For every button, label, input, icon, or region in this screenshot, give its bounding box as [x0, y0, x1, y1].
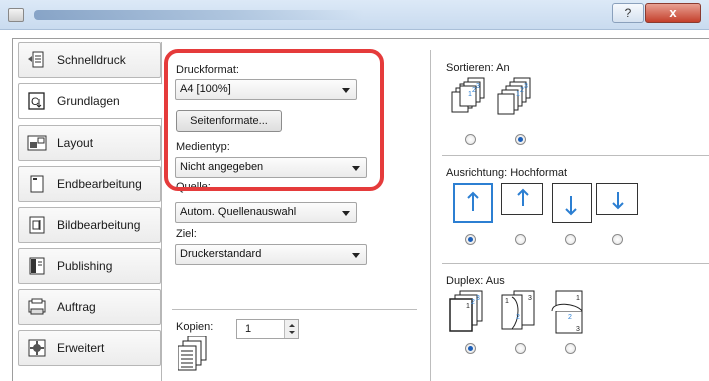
column-divider	[430, 50, 431, 381]
duplex-long-edge-icon: 3 2 1	[501, 290, 535, 330]
svg-text:2: 2	[471, 299, 475, 306]
tab-label: Endbearbeitung	[57, 177, 142, 191]
arrow-up-icon	[467, 191, 479, 211]
quelle-select[interactable]: Autom. Quellenauswahl	[175, 202, 357, 223]
ziel-label: Ziel:	[176, 228, 197, 240]
chevron-down-icon	[352, 253, 360, 258]
tab-label: Publishing	[57, 259, 113, 273]
tab-endbearbeitung[interactable]: Endbearbeitung	[18, 166, 161, 202]
publishing-icon	[29, 257, 45, 275]
svg-text:3: 3	[528, 295, 532, 302]
orientation-landscape-option[interactable]	[501, 183, 543, 215]
tab-label: Layout	[57, 136, 94, 150]
svg-text:2: 2	[568, 314, 572, 321]
orientation-portrait-radio[interactable]	[465, 234, 476, 245]
tab-bildbearbeitung[interactable]: Bildbearbeitung	[18, 207, 161, 243]
svg-text:3: 3	[476, 83, 480, 90]
divider	[172, 309, 417, 310]
kopien-value: 1	[245, 323, 252, 335]
duplex-short-edge-radio[interactable]	[565, 343, 576, 354]
chevron-down-icon	[342, 88, 350, 93]
divider	[442, 155, 709, 156]
svg-text:1: 1	[505, 298, 509, 305]
duplex-off-icon: 3 2 1	[449, 290, 483, 332]
druckformat-label: Druckformat:	[176, 64, 239, 76]
arrow-down-icon	[612, 192, 624, 210]
arrow-up-icon	[517, 188, 529, 206]
orientation-landscape-radio[interactable]	[515, 234, 526, 245]
druckformat-select[interactable]: A4 [100%]	[175, 79, 357, 100]
tab-label: Grundlagen	[57, 94, 120, 108]
seitenformate-button[interactable]: Seitenformate...	[176, 110, 282, 132]
window-title-blurred	[34, 10, 364, 20]
kopien-label: Kopien:	[176, 321, 214, 333]
basic-icon: C	[28, 92, 45, 110]
chevron-down-icon	[352, 166, 360, 171]
orientation-landscape-rotated-radio[interactable]	[612, 234, 623, 245]
svg-text:1: 1	[466, 303, 470, 310]
kopien-stepper[interactable]: 1	[236, 319, 299, 339]
printer-app-icon	[8, 8, 24, 22]
tab-erweitert[interactable]: Erweitert	[18, 330, 161, 366]
tab-label: Bildbearbeitung	[57, 218, 141, 232]
tab-label: Schnelldruck	[57, 53, 126, 67]
tab-label: Auftrag	[57, 300, 96, 314]
svg-text:1: 1	[516, 91, 520, 98]
sortieren-on-radio[interactable]	[515, 134, 526, 145]
collate-on-icon: 3 2 1	[497, 77, 531, 115]
medientyp-select[interactable]: Nicht angegeben	[175, 157, 367, 178]
ziel-select[interactable]: Druckerstandard	[175, 244, 367, 265]
job-icon	[28, 298, 46, 315]
ausrichtung-label: Ausrichtung: Hochformat	[446, 167, 568, 179]
duplex-long-edge-radio[interactable]	[515, 343, 526, 354]
svg-text:1: 1	[576, 295, 580, 302]
svg-text:3: 3	[524, 83, 528, 90]
duplex-off-radio[interactable]	[465, 343, 476, 354]
duplex-label: Duplex: Aus	[446, 275, 505, 287]
orientation-landscape-rotated-option[interactable]	[596, 183, 638, 215]
orientation-portrait-rotated-option[interactable]	[552, 183, 592, 223]
orientation-portrait-option[interactable]	[453, 183, 493, 223]
chevron-down-icon	[342, 211, 350, 216]
sortieren-label: Sortieren: An	[446, 62, 510, 74]
svg-text:3: 3	[576, 326, 580, 333]
imaging-icon	[29, 216, 45, 234]
finishing-icon	[30, 175, 44, 193]
svg-text:2: 2	[472, 87, 476, 94]
stepper-buttons[interactable]	[284, 320, 298, 338]
svg-text:2: 2	[516, 314, 520, 321]
layout-icon	[27, 135, 47, 151]
stepper-arrows-icon	[289, 324, 295, 334]
tab-grundlagen[interactable]: C Grundlagen	[18, 83, 163, 119]
arrow-down-icon	[565, 196, 577, 216]
divider	[442, 263, 709, 264]
sortieren-off-radio[interactable]	[465, 134, 476, 145]
druckformat-value: A4 [100%]	[180, 83, 231, 95]
ziel-value: Druckerstandard	[180, 248, 262, 260]
svg-text:3: 3	[476, 295, 480, 302]
tab-publishing[interactable]: Publishing	[18, 248, 161, 284]
orientation-portrait-rotated-radio[interactable]	[565, 234, 576, 245]
help-button[interactable]: ?	[612, 3, 644, 23]
medientyp-value: Nicht angegeben	[180, 161, 264, 173]
advanced-icon	[28, 339, 46, 357]
duplex-short-edge-icon: 1 2 3	[551, 290, 583, 334]
tab-auftrag[interactable]: Auftrag	[18, 289, 161, 325]
medientyp-label: Medientyp:	[176, 141, 230, 153]
collate-off-icon: 3 2 1	[451, 77, 485, 113]
copies-icon	[178, 336, 207, 371]
tab-layout[interactable]: Layout	[18, 125, 161, 161]
quelle-label: Quelle:	[176, 181, 211, 193]
title-bar: ? x	[0, 0, 709, 30]
close-button[interactable]: x	[645, 3, 701, 23]
quelle-value: Autom. Quellenauswahl	[180, 206, 297, 218]
svg-text:1: 1	[468, 91, 472, 98]
tab-label: Erweitert	[57, 341, 105, 355]
svg-text:2: 2	[520, 87, 524, 94]
quick-print-icon	[28, 51, 44, 68]
tab-schnelldruck[interactable]: Schnelldruck	[18, 42, 161, 78]
